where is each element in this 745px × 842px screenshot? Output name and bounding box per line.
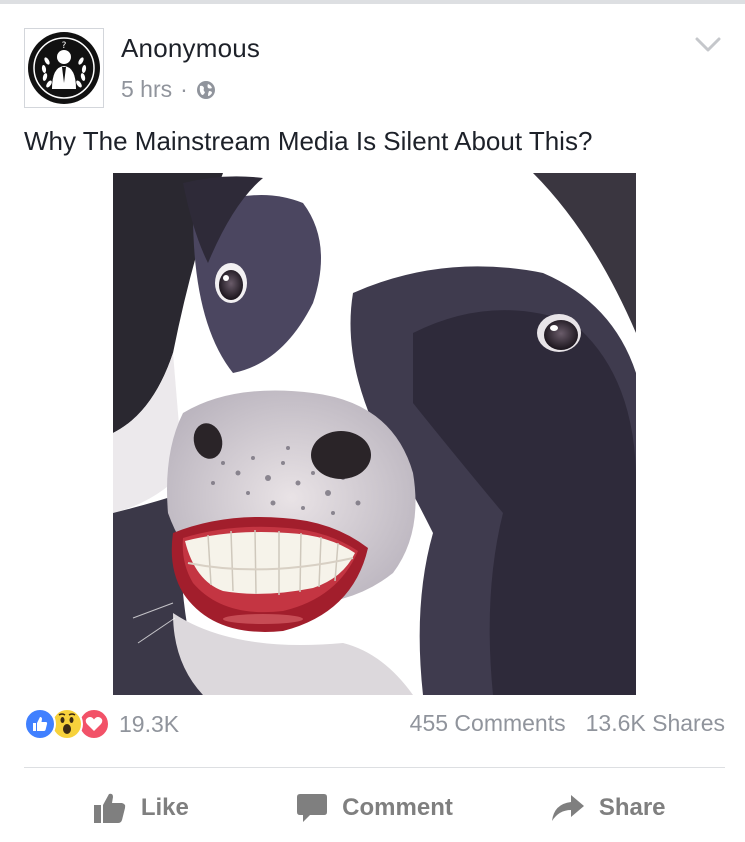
action-divider — [24, 767, 725, 768]
page-avatar[interactable]: ? — [24, 28, 104, 108]
reaction-count: 19.3K — [119, 710, 180, 737]
shares-count-link[interactable]: 13.6K Shares — [586, 710, 725, 737]
share-label: Share — [598, 794, 666, 821]
post-photo[interactable] — [113, 173, 636, 695]
like-label: Like — [140, 794, 189, 821]
timestamp[interactable]: 5 hrs — [121, 76, 172, 103]
anonymous-logo-icon: ? — [28, 32, 100, 104]
share-button[interactable]: Share — [491, 780, 725, 836]
share-arrow-icon — [551, 795, 584, 821]
meta-separator: · — [180, 76, 188, 102]
post-meta: 5 hrs · — [121, 76, 216, 103]
engagement-counts: 455 Comments 13.6K Shares — [410, 710, 725, 737]
post-caption: Why The Mainstream Media Is Silent About… — [24, 126, 593, 156]
like-button[interactable]: Like — [24, 780, 258, 836]
author-name[interactable]: Anonymous — [121, 33, 260, 64]
comment-bubble-icon — [297, 794, 328, 822]
comment-label: Comment — [342, 794, 453, 821]
post-stats: 19.3K 455 Comments 13.6K Shares — [24, 706, 725, 744]
reactions-summary[interactable]: 19.3K — [24, 708, 179, 740]
globe-icon — [196, 80, 215, 99]
comments-count-link[interactable]: 455 Comments — [410, 710, 566, 737]
top-border — [0, 0, 745, 4]
post-header: ? Anonymous 5 hrs · — [24, 28, 721, 108]
cow-photo-image — [113, 173, 636, 695]
thumbs-up-icon — [93, 793, 126, 823]
chevron-down-icon[interactable] — [695, 36, 721, 54]
like-reaction-icon — [24, 708, 56, 740]
comment-button[interactable]: Comment — [258, 780, 492, 836]
svg-text:?: ? — [62, 41, 67, 51]
post-actions: Like Comment Share — [24, 780, 725, 836]
